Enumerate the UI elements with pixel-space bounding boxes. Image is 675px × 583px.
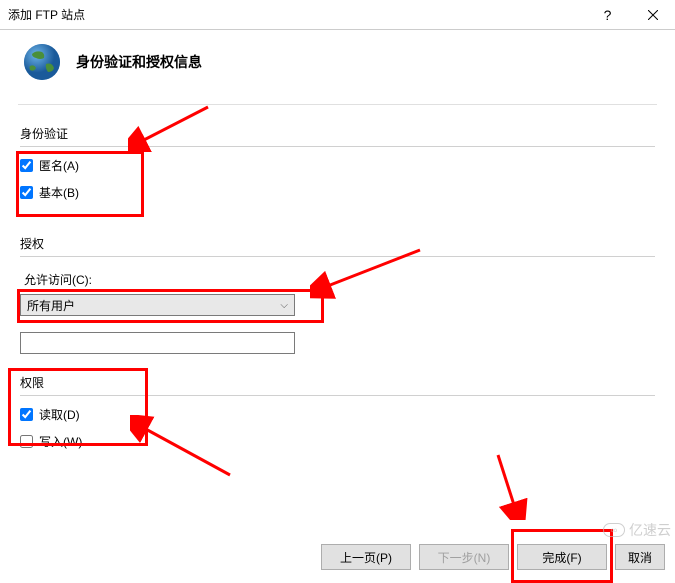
cancel-button[interactable]: 取消	[615, 544, 665, 570]
authz-section-label: 授权	[20, 235, 655, 252]
finish-button[interactable]: 完成(F)	[517, 544, 607, 570]
anonymous-label: 匿名(A)	[39, 157, 79, 174]
basic-label: 基本(B)	[39, 184, 79, 201]
write-label: 写入(W)	[39, 433, 82, 450]
write-checkbox[interactable]	[20, 435, 33, 448]
authentication-section: 身份验证 匿名(A) 基本(B)	[20, 125, 655, 201]
previous-button[interactable]: 上一页(P)	[321, 544, 411, 570]
watermark: ∞ 亿速云	[603, 520, 671, 540]
chevron-down-icon: ⌵	[280, 300, 288, 311]
auth-section-label: 身份验证	[20, 125, 655, 142]
perm-section-label: 权限	[20, 374, 655, 391]
anonymous-checkbox[interactable]	[20, 159, 33, 172]
basic-checkbox[interactable]	[20, 186, 33, 199]
section-divider	[20, 395, 655, 396]
globe-icon	[20, 40, 64, 84]
wizard-header: 身份验证和授权信息	[0, 30, 675, 104]
titlebar: 添加 FTP 站点 ?	[0, 0, 675, 30]
page-title: 身份验证和授权信息	[76, 52, 202, 72]
users-textbox[interactable]	[20, 332, 295, 354]
read-label: 读取(D)	[39, 406, 80, 423]
watermark-text: 亿速云	[629, 520, 671, 540]
close-icon	[648, 10, 658, 20]
section-divider	[20, 256, 655, 257]
permissions-section: 权限 读取(D) 写入(W)	[20, 374, 655, 450]
section-divider	[20, 146, 655, 147]
close-button[interactable]	[630, 0, 675, 30]
annotation-arrow-icon	[490, 450, 530, 520]
authorization-section: 授权 允许访问(C): 所有用户 ⌵	[20, 235, 655, 354]
window-title: 添加 FTP 站点	[8, 6, 585, 23]
help-button[interactable]: ?	[585, 0, 630, 30]
wizard-footer: 上一页(P) 下一步(N) 完成(F) 取消	[321, 544, 665, 570]
allow-access-dropdown[interactable]: 所有用户 ⌵	[20, 294, 295, 316]
watermark-icon: ∞	[603, 523, 625, 537]
dropdown-value: 所有用户	[27, 297, 280, 314]
read-checkbox[interactable]	[20, 408, 33, 421]
allow-access-label: 允许访问(C):	[24, 271, 655, 288]
next-button: 下一步(N)	[419, 544, 509, 570]
